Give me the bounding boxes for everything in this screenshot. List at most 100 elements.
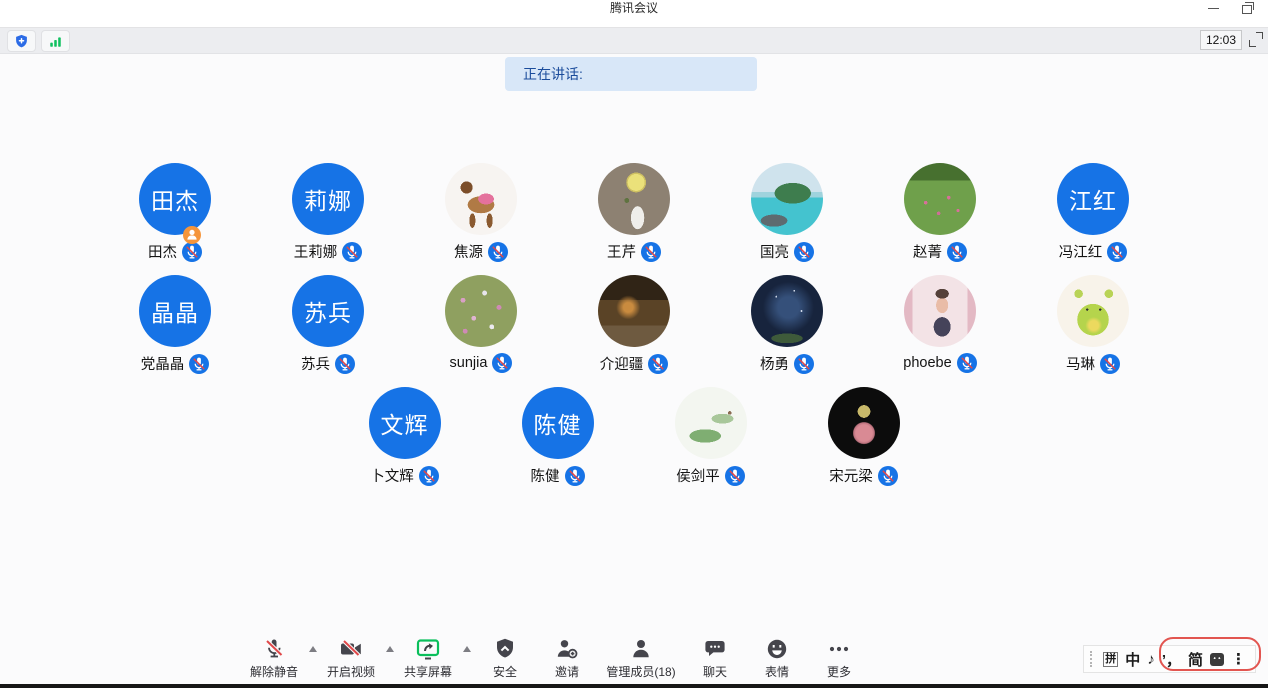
toolbar-label: 表情: [765, 663, 789, 680]
participant-tile[interactable]: 宋元梁: [787, 387, 940, 485]
ime-simplified-indicator[interactable]: 简: [1188, 649, 1203, 670]
mic-muted-badge-icon: [725, 466, 745, 486]
meeting-timer: 12:03: [1200, 30, 1242, 50]
participant-avatar-portrait: [904, 275, 976, 347]
participant-name: 王莉娜: [294, 241, 338, 262]
ime-sound-icon[interactable]: ♪: [1147, 651, 1155, 668]
ime-pinyin-indicator[interactable]: 拼: [1103, 652, 1118, 667]
participant-tile[interactable]: 江红 冯江红: [1017, 163, 1170, 261]
mic-muted-badge-icon: [492, 353, 512, 373]
toolbar-emoji-button[interactable]: 表情: [746, 637, 808, 680]
participant-row: 晶晶 党晶晶 苏兵 苏兵 sunjia 介迎疆 杨勇 phoebe: [0, 275, 1268, 373]
toolbar-camera-off-button[interactable]: 开启视频: [320, 637, 382, 680]
participant-grid: 田杰 田杰 莉娜 王莉娜 焦源 王芹 国亮 赵菁 江红 冯江红: [0, 163, 1268, 499]
toolbar-camera-off-options-arrow-icon[interactable]: [382, 637, 397, 652]
toolbar-members-button[interactable]: 管理成员(18): [598, 637, 684, 680]
ime-more[interactable]: ⋮: [1231, 650, 1246, 668]
participant-avatar-initials: 苏兵: [292, 275, 364, 347]
toolbar-label: 邀请: [555, 663, 579, 680]
participant-avatar-lotus-pond: [904, 163, 976, 235]
toolbar-label: 解除静音: [250, 663, 298, 680]
participant-tile[interactable]: 文辉 卜文辉: [328, 387, 481, 485]
mic-muted-icon: [262, 637, 286, 661]
mic-muted-badge-icon: [1107, 242, 1127, 262]
participant-tile[interactable]: 苏兵 苏兵: [252, 275, 405, 373]
participant-avatar-night-street: [598, 275, 670, 347]
mic-muted-badge-icon: [335, 354, 355, 374]
participant-tile[interactable]: 介迎疆: [558, 275, 711, 373]
ime-drag-handle[interactable]: [1090, 651, 1096, 667]
participant-row: 田杰 田杰 莉娜 王莉娜 焦源 王芹 国亮 赵菁 江红 冯江红: [0, 163, 1268, 261]
mic-muted-badge-icon: [794, 354, 814, 374]
window-titlebar: 腾讯会议: [0, 0, 1268, 27]
participant-avatar-beach: [751, 163, 823, 235]
mic-muted-badge-icon: [182, 242, 202, 262]
participant-tile[interactable]: 田杰 田杰: [99, 163, 252, 261]
restore-icon[interactable]: [1240, 2, 1256, 14]
host-badge-icon: [183, 226, 201, 244]
toolbar-label: 开启视频: [327, 663, 375, 680]
participant-name: 介迎疆: [600, 353, 644, 374]
participant-name: 陈健: [531, 465, 560, 486]
participant-tile[interactable]: phoebe: [864, 275, 1017, 373]
participant-tile[interactable]: 晶晶 党晶晶: [99, 275, 252, 373]
participant-tile[interactable]: 杨勇: [711, 275, 864, 373]
participant-tile[interactable]: 莉娜 王莉娜: [252, 163, 405, 261]
participant-avatar-horse: [445, 163, 517, 235]
toolbar-chat-button[interactable]: 聊天: [684, 637, 746, 680]
chat-bubble-icon: [703, 637, 727, 661]
toolbar-security-button[interactable]: 安全: [474, 637, 536, 680]
participant-avatar-green-toy: [1057, 275, 1129, 347]
toolbar-label: 共享屏幕: [404, 663, 452, 680]
mic-muted-badge-icon: [794, 242, 814, 262]
toolbar-mic-muted-options-arrow-icon[interactable]: [305, 637, 320, 652]
toolbar-share-screen-button[interactable]: 共享屏幕: [397, 637, 459, 680]
more-dots-icon: [827, 637, 851, 661]
minimize-icon[interactable]: [1206, 2, 1222, 14]
participant-tile[interactable]: 焦源: [405, 163, 558, 261]
ime-chinese-mode[interactable]: 中: [1125, 649, 1140, 670]
meeting-security-button[interactable]: [7, 30, 36, 52]
participant-name: 焦源: [454, 241, 483, 262]
participant-name: 苏兵: [301, 353, 330, 374]
participant-tile[interactable]: 王芹: [558, 163, 711, 261]
taskbar-edge: [0, 684, 1268, 688]
participant-name: 田杰: [148, 241, 177, 262]
ime-emoji-icon[interactable]: [1210, 653, 1224, 666]
participant-avatar-initials: 江红: [1057, 163, 1129, 235]
participant-name: 王芹: [607, 241, 636, 262]
mic-muted-badge-icon: [419, 466, 439, 486]
participant-avatar-initials: 陈健: [522, 387, 594, 459]
participant-tile[interactable]: 陈健 陈健: [481, 387, 634, 485]
participant-avatar-initials: 文辉: [369, 387, 441, 459]
toolbar-label: 聊天: [703, 663, 727, 680]
meeting-toolbar: 解除静音 开启视频 共享屏幕 安全 邀请 管理成员(18) 聊天 表情 更多: [243, 637, 870, 680]
emoji-face-icon: [765, 637, 789, 661]
share-screen-icon: [416, 637, 440, 661]
participant-tile[interactable]: 赵菁: [864, 163, 1017, 261]
participant-tile[interactable]: 国亮: [711, 163, 864, 261]
manage-members-icon: [629, 637, 653, 661]
toolbar-share-screen-options-arrow-icon[interactable]: [459, 637, 474, 652]
participant-avatar-gourd: [828, 387, 900, 459]
participant-name: 卜文辉: [370, 465, 414, 486]
invite-user-icon: [555, 637, 579, 661]
toolbar-more-button[interactable]: 更多: [808, 637, 870, 680]
ime-language-bar[interactable]: 拼中 ♪ ’， 简 ⋮: [1083, 645, 1256, 673]
toolbar-invite-button[interactable]: 邀请: [536, 637, 598, 680]
shield-plus-icon: [14, 34, 29, 49]
toolbar-mic-muted-button[interactable]: 解除静音: [243, 637, 305, 680]
window-title: 腾讯会议: [0, 0, 1268, 16]
ime-punctuation-indicator[interactable]: ’，: [1162, 649, 1181, 670]
signal-bars-icon: [48, 34, 63, 49]
participant-avatar-flower-field: [445, 275, 517, 347]
participant-name: 国亮: [760, 241, 789, 262]
fullscreen-icon[interactable]: [1249, 32, 1263, 47]
network-quality-button[interactable]: [41, 30, 70, 52]
participant-tile[interactable]: sunjia: [405, 275, 558, 373]
participant-avatar-initials: 莉娜: [292, 163, 364, 235]
participant-name: sunjia: [450, 355, 488, 371]
participant-tile[interactable]: 马琳: [1017, 275, 1170, 373]
participant-tile[interactable]: 侯剑平: [634, 387, 787, 485]
participant-name: 侯剑平: [676, 465, 720, 486]
